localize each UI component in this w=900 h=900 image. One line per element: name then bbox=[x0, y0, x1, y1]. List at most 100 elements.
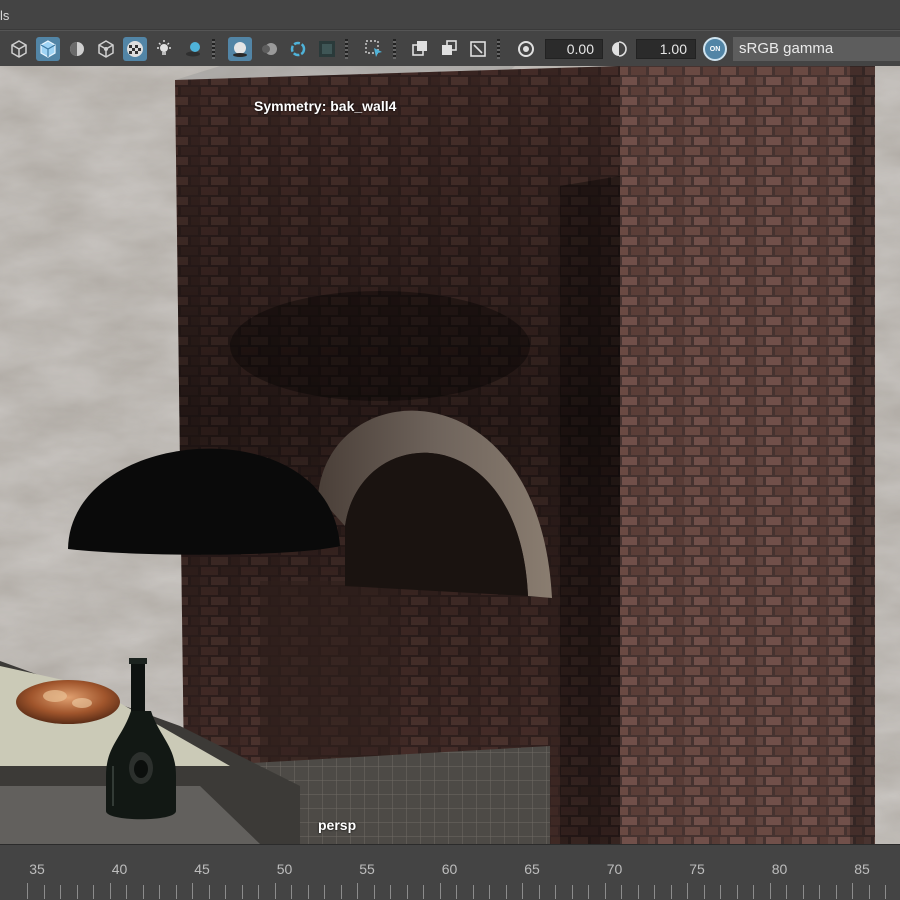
color-management-toggle[interactable]: ON bbox=[703, 37, 727, 61]
timeline-tick-label: 60 bbox=[441, 861, 458, 877]
color-space-dropdown[interactable]: sRGB gamma bbox=[733, 37, 900, 61]
anti-alias-icon[interactable] bbox=[286, 37, 310, 61]
timeline-tick bbox=[819, 885, 820, 899]
timeline-tick-label: 70 bbox=[606, 861, 623, 877]
timeline-tick bbox=[456, 885, 457, 899]
timeline-tick bbox=[472, 885, 474, 899]
viewport-toolbar: 0.00 1.00 ON sRGB gamma bbox=[0, 30, 900, 66]
timeline-tick bbox=[423, 885, 424, 899]
timeline-tick bbox=[274, 883, 276, 899]
timeline-tick bbox=[93, 885, 94, 899]
timeline-tick bbox=[604, 883, 606, 899]
menu-label[interactable]: ls bbox=[0, 8, 9, 23]
wireframe-on-shaded-icon[interactable] bbox=[65, 37, 89, 61]
oven-lower-recess bbox=[260, 581, 390, 766]
timeline-tick bbox=[208, 885, 210, 899]
timeline-tick-label: 65 bbox=[524, 861, 540, 877]
timeline-tick bbox=[340, 885, 342, 899]
symmetry-label: Symmetry: bak_wall4 bbox=[254, 98, 397, 114]
timeline-tick bbox=[852, 883, 853, 899]
timeline-tick bbox=[60, 885, 61, 899]
timeline-tick bbox=[703, 885, 705, 899]
timeline-tick bbox=[43, 885, 45, 899]
xray-joints-icon[interactable] bbox=[466, 37, 490, 61]
timeline-tick bbox=[27, 883, 28, 899]
timeline-tick bbox=[142, 885, 144, 899]
timeline-tick bbox=[126, 885, 127, 899]
timeline-tick bbox=[885, 885, 886, 899]
timeline-tick bbox=[505, 885, 507, 899]
xray-icon[interactable] bbox=[408, 37, 432, 61]
timeline-tick bbox=[802, 885, 804, 899]
depth-of-field-icon[interactable] bbox=[315, 37, 339, 61]
timeline-tick bbox=[390, 885, 391, 899]
timeline-tick bbox=[769, 883, 771, 899]
timeline-tick bbox=[555, 885, 556, 899]
timeline-tick bbox=[835, 885, 837, 899]
timeline-tick bbox=[588, 885, 589, 899]
gamma-field[interactable]: 1.00 bbox=[636, 39, 696, 59]
timeline-tick bbox=[736, 885, 738, 899]
timeline-tick bbox=[373, 885, 375, 899]
timeline-tick bbox=[637, 885, 639, 899]
timeline-tick bbox=[538, 885, 540, 899]
xray-active-icon[interactable] bbox=[437, 37, 461, 61]
exposure-field[interactable]: 0.00 bbox=[545, 39, 603, 59]
timeline-tick bbox=[241, 885, 243, 899]
toolbar-separator bbox=[393, 39, 396, 59]
timeline-tick-label: 35 bbox=[29, 861, 45, 877]
screen-space-ao-icon[interactable] bbox=[228, 37, 252, 61]
menu-bar: ls bbox=[0, 0, 900, 30]
timeline-tick bbox=[175, 885, 177, 899]
timeline-tick bbox=[868, 885, 870, 899]
timeline-tick-label: 40 bbox=[111, 861, 128, 877]
timeline-tick bbox=[225, 885, 226, 899]
viewport-scene bbox=[0, 66, 900, 844]
timeline-tick bbox=[159, 885, 160, 899]
default-material-cube-icon[interactable] bbox=[94, 37, 118, 61]
motion-blur-icon[interactable] bbox=[257, 37, 281, 61]
3d-viewport[interactable]: Symmetry: bak_wall4 persp bbox=[0, 66, 900, 844]
timeline-tick bbox=[753, 885, 754, 899]
lights-icon[interactable] bbox=[152, 37, 176, 61]
textured-checker-icon[interactable] bbox=[123, 37, 147, 61]
timeline-tick bbox=[109, 883, 111, 899]
timeline-tick bbox=[291, 885, 292, 899]
time-slider[interactable]: 35 40 45 50 55 60 65 70 75 80 85 bbox=[0, 844, 900, 900]
toolbar-separator bbox=[212, 39, 215, 59]
timeline-tick bbox=[720, 885, 721, 899]
timeline-tick-label: 85 bbox=[854, 861, 870, 877]
timeline-tick bbox=[654, 885, 655, 899]
camera-label: persp bbox=[318, 817, 357, 833]
timeline-tick-label: 80 bbox=[771, 861, 788, 877]
timeline-tick bbox=[258, 885, 259, 899]
timeline-tick bbox=[522, 883, 523, 899]
timeline-tick-label: 55 bbox=[359, 861, 375, 877]
shadows-icon[interactable] bbox=[181, 37, 205, 61]
gamma-icon[interactable] bbox=[609, 37, 633, 61]
smooth-shaded-cube-icon[interactable] bbox=[36, 37, 60, 61]
timeline-tick bbox=[307, 885, 309, 899]
timeline-tick bbox=[439, 883, 441, 899]
timeline-tick bbox=[687, 883, 688, 899]
timeline-tick-label: 45 bbox=[194, 861, 210, 877]
isolate-select-icon[interactable] bbox=[362, 37, 386, 61]
exposure-icon[interactable] bbox=[514, 37, 538, 61]
bread-loaf[interactable] bbox=[16, 680, 120, 724]
toolbar-separator bbox=[497, 39, 500, 59]
timeline-tick bbox=[192, 883, 193, 899]
timeline-tick bbox=[406, 885, 408, 899]
timeline-tick bbox=[76, 885, 78, 899]
oven-side-face[interactable] bbox=[620, 66, 875, 844]
timeline-tick bbox=[357, 883, 358, 899]
timeline-tick-label: 50 bbox=[276, 861, 293, 877]
timeline-tick bbox=[571, 885, 573, 899]
timeline-tick bbox=[621, 885, 622, 899]
wireframe-cube-icon[interactable] bbox=[7, 37, 31, 61]
timeline-tick bbox=[489, 885, 490, 899]
timeline-tick bbox=[324, 885, 325, 899]
timeline-tick bbox=[786, 885, 787, 899]
timeline-tick bbox=[670, 885, 672, 899]
timeline-tick-label: 75 bbox=[689, 861, 705, 877]
toolbar-separator bbox=[345, 39, 348, 59]
